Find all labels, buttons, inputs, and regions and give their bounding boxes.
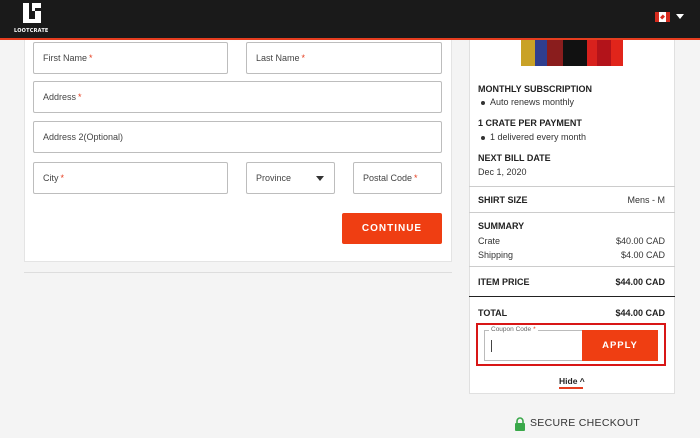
required-mark: * <box>60 173 65 183</box>
hide-summary-link[interactable]: Hide ^ <box>559 376 585 386</box>
delivery-frequency-text: 1 delivered every month <box>490 132 587 142</box>
summary-heading: SUMMARY <box>478 221 525 231</box>
hide-link-label: Hide <box>559 376 578 386</box>
address-placeholder: Address <box>43 92 77 102</box>
lootcrate-logo[interactable]: LOOTCRATE <box>14 2 48 37</box>
crate-label: Crate <box>478 236 501 246</box>
continue-button[interactable]: CONTINUE <box>342 213 442 244</box>
coupon-label-text: Coupon Code <box>491 326 532 333</box>
summary-divider <box>469 212 675 213</box>
coupon-code-label: Coupon Code * <box>489 326 538 333</box>
text-cursor <box>491 340 492 352</box>
last-name-placeholder: Last Name <box>256 53 300 63</box>
logo-wordmark: LOOTCRATE <box>14 28 49 34</box>
crates-per-payment-heading: 1 CRATE PER PAYMENT <box>478 118 582 128</box>
apply-coupon-button[interactable]: APPLY <box>582 330 658 361</box>
required-mark: * <box>414 173 418 183</box>
product-image <box>521 40 623 66</box>
city-field[interactable]: City * <box>33 162 228 194</box>
chevron-up-icon: ^ <box>577 376 585 386</box>
first-name-placeholder: First Name <box>43 53 88 63</box>
coupon-code-input[interactable] <box>484 330 582 361</box>
shipping-label: Shipping <box>478 250 514 260</box>
total-divider <box>469 296 675 297</box>
address2-placeholder: Address 2(Optional) <box>43 132 124 142</box>
lock-icon <box>515 417 525 431</box>
hide-link-underline <box>559 387 583 389</box>
postal-code-placeholder: Postal Code <box>363 173 413 183</box>
chevron-down-icon <box>316 176 324 181</box>
item-price-value: $44.00 CAD <box>615 277 665 287</box>
secure-checkout-label: SECURE CHECKOUT <box>530 417 641 429</box>
shirt-size-label: SHIRT SIZE <box>478 195 528 205</box>
address2-field[interactable]: Address 2(Optional) <box>33 121 442 153</box>
summary-divider <box>469 266 675 267</box>
required-mark: * <box>89 53 93 63</box>
chevron-down-icon[interactable] <box>676 14 684 19</box>
next-bill-heading: NEXT BILL DATE <box>478 153 551 163</box>
first-name-field[interactable]: First Name * <box>33 42 228 74</box>
lootcrate-logo-icon <box>23 3 41 23</box>
address-field[interactable]: Address * <box>33 81 442 113</box>
required-mark: * <box>533 326 536 333</box>
shipping-price: $4.00 CAD <box>620 250 665 260</box>
summary-divider <box>469 186 675 187</box>
province-selected-value: Province <box>256 173 292 183</box>
bullet-dot <box>481 101 485 105</box>
section-divider <box>24 272 452 273</box>
last-name-field[interactable]: Last Name * <box>246 42 442 74</box>
total-label: TOTAL <box>478 308 508 318</box>
province-select[interactable]: Province <box>246 162 335 194</box>
bullet-dot <box>481 136 485 140</box>
crate-price: $40.00 CAD <box>615 236 665 246</box>
next-bill-date: Dec 1, 2020 <box>478 167 527 177</box>
postal-code-field[interactable]: Postal Code * <box>353 162 442 194</box>
shirt-size-value: Mens - M <box>627 195 665 205</box>
required-mark: * <box>78 92 82 102</box>
auto-renew-text: Auto renews monthly <box>490 97 575 107</box>
top-navigation-bar: LOOTCRATE <box>0 0 700 40</box>
total-value: $44.00 CAD <box>615 308 665 318</box>
item-price-label: ITEM PRICE <box>478 277 530 287</box>
city-placeholder: City <box>43 173 59 183</box>
required-mark: * <box>301 53 306 63</box>
monthly-subscription-heading: MONTHLY SUBSCRIPTION <box>478 84 593 94</box>
canada-flag-icon[interactable] <box>655 12 670 22</box>
